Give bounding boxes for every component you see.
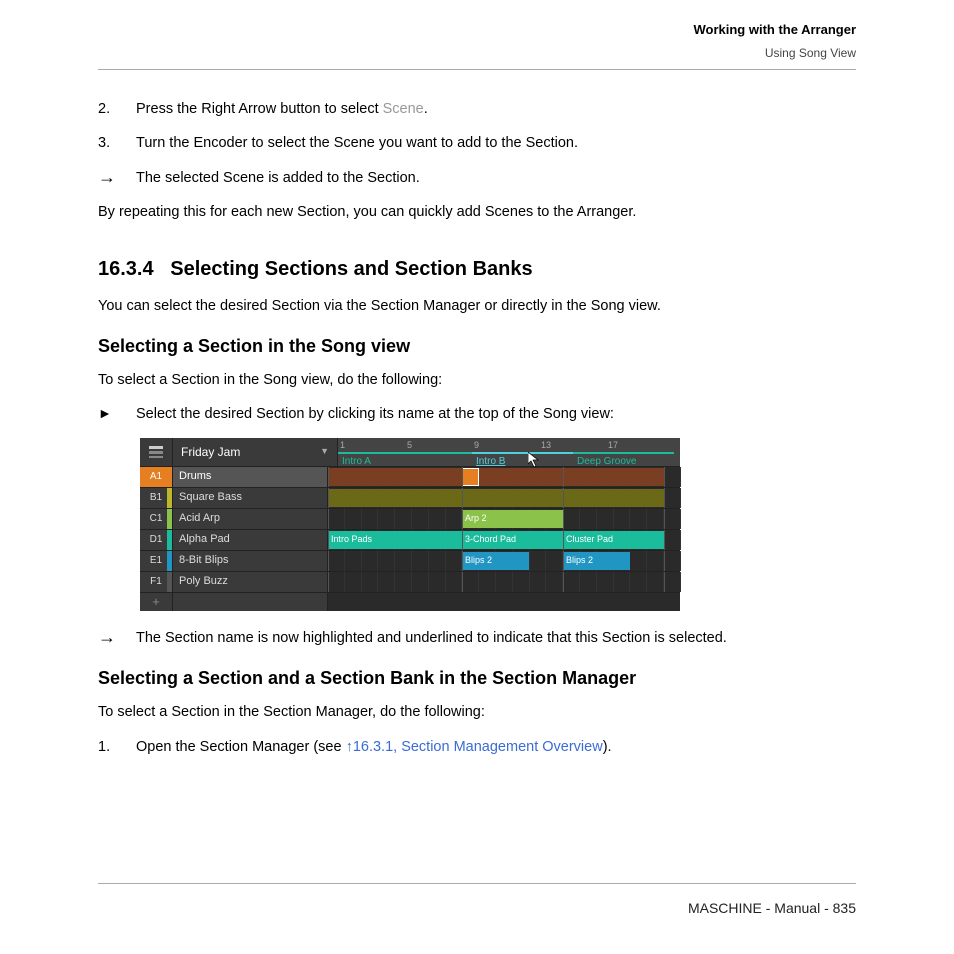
section-label[interactable]: Deep Groove (573, 452, 674, 466)
clip-cell[interactable] (462, 468, 479, 486)
page-footer: MASCHINE - Manual - 835 (98, 883, 856, 920)
header-title: Working with the Arranger (98, 20, 856, 40)
result-text: The Section name is now highlighted and … (136, 627, 856, 649)
track-id[interactable]: F1 (140, 572, 173, 592)
clip-block[interactable] (328, 468, 664, 486)
track-name[interactable]: Poly Buzz (173, 572, 328, 592)
track-id[interactable]: B1 (140, 488, 173, 508)
add-track-button[interactable]: + (140, 593, 173, 611)
action-list: ► Select the desired Section by clicking… (98, 403, 856, 425)
subheading: Selecting a Section in the Song view (98, 333, 856, 361)
track-name[interactable]: Acid Arp (173, 509, 328, 529)
paragraph: By repeating this for each new Section, … (98, 201, 856, 223)
step-text: Turn the Encoder to select the Scene you… (136, 132, 856, 154)
arrow-icon: → (98, 627, 118, 649)
header-sub: Using Song View (98, 44, 856, 63)
track-row: D1Alpha PadIntro Pads3-Chord PadCluster … (140, 529, 680, 550)
steps-list-bottom: 1. Open the Section Manager (see ↑16.3.1… (98, 736, 856, 758)
track-row: E18-Bit Blips Blips 2 Blips 2 (140, 550, 680, 571)
track-grid[interactable]: Intro Pads3-Chord PadCluster Pad (328, 530, 681, 550)
project-title[interactable]: Friday Jam ▼ (173, 438, 338, 466)
action-text: Select the desired Section by clicking i… (136, 403, 856, 425)
track-grid[interactable]: Blips 2 Blips 2 (328, 551, 681, 571)
result-arrow: → The Section name is now highlighted an… (98, 627, 856, 649)
section-label[interactable]: Intro B (472, 452, 573, 466)
paragraph: To select a Section in the Section Manag… (98, 701, 856, 723)
track-grid[interactable] (328, 572, 681, 592)
arranger-icon[interactable] (140, 438, 173, 466)
subheading: Selecting a Section and a Section Bank i… (98, 665, 856, 693)
song-view-screenshot: Friday Jam ▼ 1 5 9 13 17 Intro AIntro BD… (140, 438, 680, 611)
result-text: The selected Scene is added to the Secti… (136, 167, 856, 189)
track-row: B1Square Bass (140, 487, 680, 508)
track-row: A1Drums (140, 466, 680, 487)
section-label[interactable]: Intro A (338, 452, 472, 466)
step-number: 3. (98, 132, 118, 154)
section-heading: 16.3.4 Selecting Sections and Section Ba… (98, 254, 856, 285)
track-row: C1Acid Arp Arp 2 (140, 508, 680, 529)
timeline-ruler[interactable]: 1 5 9 13 17 Intro AIntro BDeep Groove (338, 438, 680, 466)
arrow-icon: → (98, 167, 118, 189)
paragraph: You can select the desired Section via t… (98, 295, 856, 317)
play-icon: ► (98, 403, 118, 425)
clip-block[interactable]: 3-Chord Pad (462, 531, 563, 549)
track-name[interactable]: Alpha Pad (173, 530, 328, 550)
step-text: Press the Right Arrow button to select S… (136, 98, 856, 120)
track-name[interactable]: Drums (173, 467, 328, 487)
clip-block[interactable]: Intro Pads (328, 531, 462, 549)
page-header: Working with the Arranger Using Song Vie… (98, 20, 856, 70)
steps-list-top: 2. Press the Right Arrow button to selec… (98, 98, 856, 155)
track-grid[interactable] (328, 488, 681, 508)
track-id[interactable]: C1 (140, 509, 173, 529)
step-number: 2. (98, 98, 118, 120)
clip-block[interactable] (328, 489, 664, 507)
step-text: Open the Section Manager (see ↑16.3.1, S… (136, 736, 856, 758)
clip-block[interactable]: Arp 2 (462, 510, 563, 528)
track-id[interactable]: E1 (140, 551, 173, 571)
clip-block[interactable]: Cluster Pad (563, 531, 664, 549)
track-row: F1Poly Buzz (140, 571, 680, 592)
clip-block[interactable]: Blips 2 (462, 552, 529, 570)
track-name[interactable]: 8-Bit Blips (173, 551, 328, 571)
result-arrow: → The selected Scene is added to the Sec… (98, 167, 856, 189)
track-name[interactable]: Square Bass (173, 488, 328, 508)
cross-ref-link[interactable]: ↑16.3.1, Section Management Overview (346, 739, 603, 755)
track-grid[interactable]: Arp 2 (328, 509, 681, 529)
paragraph: To select a Section in the Song view, do… (98, 369, 856, 391)
step-number: 1. (98, 736, 118, 758)
track-id[interactable]: A1 (140, 467, 173, 487)
dropdown-icon: ▼ (320, 445, 329, 459)
clip-block[interactable]: Blips 2 (563, 552, 630, 570)
track-grid[interactable] (328, 467, 681, 487)
track-id[interactable]: D1 (140, 530, 173, 550)
